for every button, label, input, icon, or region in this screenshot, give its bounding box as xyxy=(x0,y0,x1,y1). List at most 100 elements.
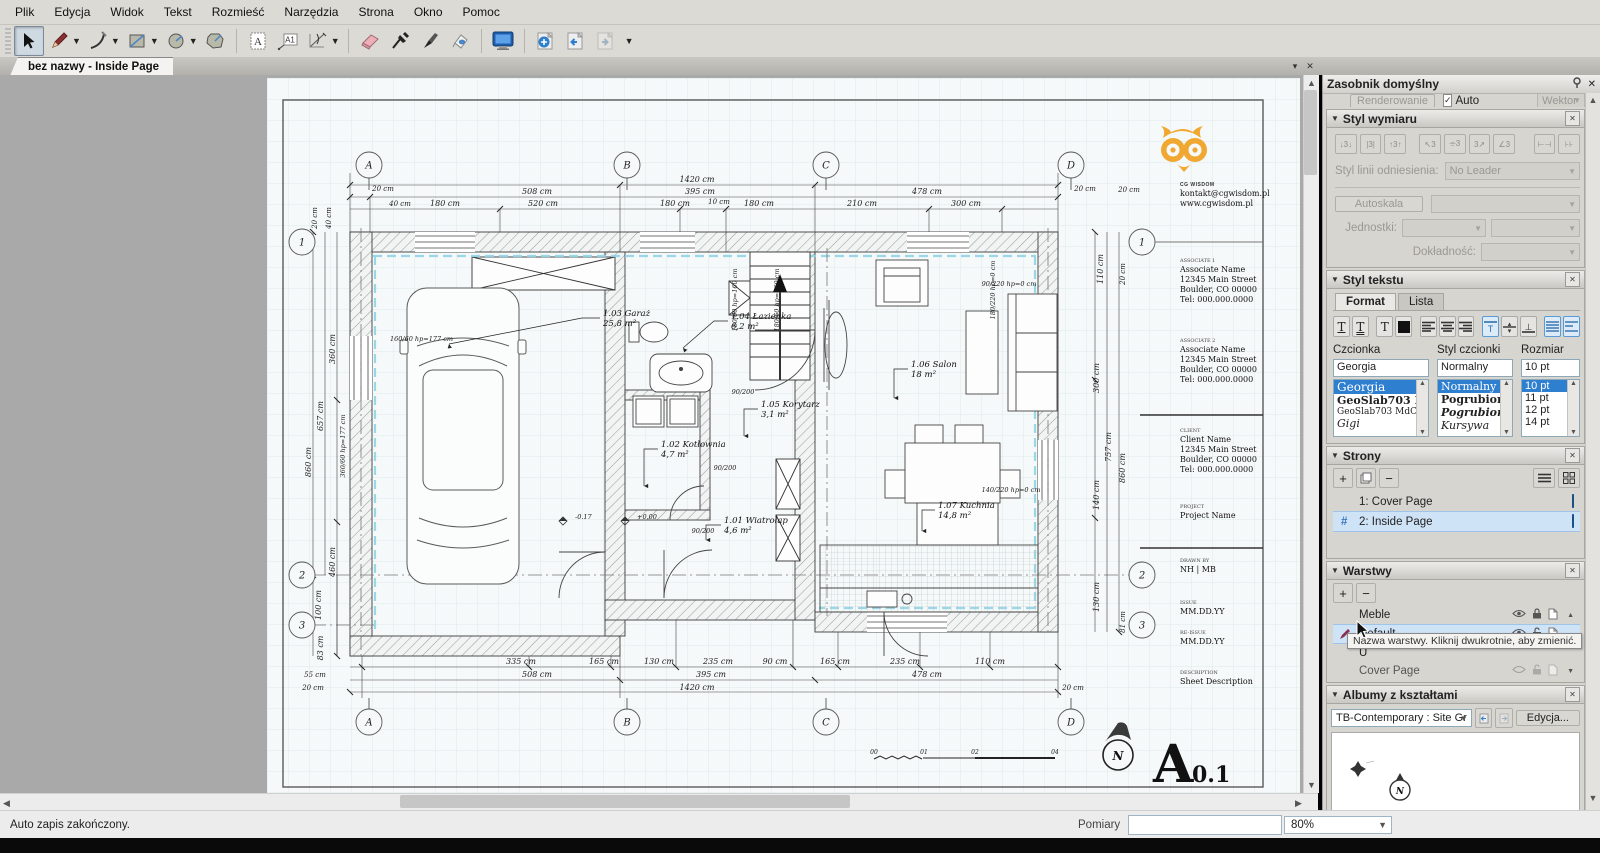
auto-checkbox[interactable]: ✓ xyxy=(1443,94,1453,107)
underline-button[interactable]: T xyxy=(1333,316,1350,337)
units-dropdown-1[interactable]: ▼ xyxy=(1402,219,1486,237)
dim-pos-below-button[interactable]: ↓3↓ xyxy=(1335,134,1357,154)
dim-witness-2-button[interactable]: ⊦⊦ xyxy=(1558,134,1580,154)
menu-widok[interactable]: Widok xyxy=(101,2,152,22)
layers-scroll-up[interactable]: ▲ xyxy=(1567,612,1574,619)
eraser-tool-button[interactable] xyxy=(355,26,385,56)
dim-pos-above-button[interactable]: ↑3↑ xyxy=(1384,134,1406,154)
text-style-header[interactable]: ▼Styl tekstu ✕ xyxy=(1327,271,1584,289)
layers-scroll-down[interactable]: ▼ xyxy=(1567,668,1574,675)
text-color-swatch-button[interactable] xyxy=(1395,316,1412,337)
layer-page-icon[interactable] xyxy=(1548,664,1558,679)
menu-edycja[interactable]: Edycja xyxy=(45,2,99,22)
valign-middle-button[interactable]: ▴▾ xyxy=(1501,316,1518,337)
duplicate-page-button[interactable] xyxy=(1356,468,1376,488)
layers-header[interactable]: ▼Warstwy ✕ xyxy=(1327,562,1584,580)
strikethrough-button[interactable]: T xyxy=(1352,316,1369,337)
dim-pos-center-button[interactable]: |3| xyxy=(1360,134,1382,154)
units-dropdown-2[interactable]: ▼ xyxy=(1491,219,1580,237)
line-spacing-button[interactable] xyxy=(1563,316,1580,337)
layer-row-meble[interactable]: Meble ▲ xyxy=(1333,606,1580,624)
horizontal-scrollbar-thumb[interactable] xyxy=(400,795,850,808)
next-page-button[interactable] xyxy=(591,26,621,56)
album-back-button[interactable] xyxy=(1475,708,1492,728)
valign-top-button[interactable]: T xyxy=(1482,316,1499,337)
pin-icon[interactable] xyxy=(1572,77,1583,92)
rectangle-tool-button[interactable] xyxy=(122,26,152,56)
page-row-inside[interactable]: # 2: Inside Page xyxy=(1333,511,1580,532)
font-input[interactable]: Georgia xyxy=(1333,359,1429,377)
eyedropper-tool-button[interactable] xyxy=(385,26,415,56)
document-tab[interactable]: bez nazwy - Inside Page xyxy=(10,57,173,76)
dimension-tool-button[interactable] xyxy=(303,26,333,56)
canvas-area[interactable]: 1420 cm 20 cm 508 cm 395 cm 478 cm 20 cm… xyxy=(0,75,1318,793)
toolbar-grip[interactable] xyxy=(5,28,11,54)
paragraph-spacing-button[interactable] xyxy=(1544,316,1561,337)
text-color-t-button[interactable]: T xyxy=(1376,316,1393,337)
presentation-tool-button[interactable] xyxy=(488,26,518,56)
align-center-button[interactable] xyxy=(1439,316,1456,337)
size-input[interactable]: 10 pt xyxy=(1521,359,1580,377)
shape-album-preview[interactable]: N xyxy=(1331,732,1580,810)
menu-plik[interactable]: Plik xyxy=(6,2,43,22)
tab-lista[interactable]: Lista xyxy=(1398,293,1444,310)
unlock-icon[interactable] xyxy=(1532,664,1542,678)
shape-albums-header[interactable]: ▼Albumy z kształtami ✕ xyxy=(1327,686,1584,704)
drawing-page[interactable]: 1420 cm 20 cm 508 cm 395 cm 478 cm 20 cm… xyxy=(267,78,1300,793)
dimension-style-header[interactable]: ▼Styl wymiaru ✕ xyxy=(1327,110,1584,128)
valign-bottom-button[interactable]: ⊥ xyxy=(1520,316,1537,337)
page-list-view-button[interactable] xyxy=(1533,468,1555,488)
menu-okno[interactable]: Okno xyxy=(405,2,452,22)
page-row-cover[interactable]: 1: Cover Page xyxy=(1333,492,1580,511)
circle-tool-button[interactable] xyxy=(161,26,191,56)
menu-rozmiesc[interactable]: Rozmieść xyxy=(203,2,274,22)
font-style-list[interactable]: Normalny Pogrubiony Pogrubiona kursywa K… xyxy=(1437,379,1513,437)
text-tool-button[interactable]: A xyxy=(243,26,273,56)
size-list[interactable]: 10 pt 11 pt 12 pt 14 pt ▲▼ xyxy=(1521,379,1580,437)
font-list-scrollbar[interactable]: ▲▼ xyxy=(1416,380,1428,436)
dim-angle-3-button[interactable]: 3↗ xyxy=(1469,134,1491,154)
menu-strona[interactable]: Strona xyxy=(349,2,402,22)
new-page-button[interactable] xyxy=(531,26,561,56)
lock-icon[interactable] xyxy=(1532,608,1542,622)
toolbar-overflow-dropdown[interactable]: ▼ xyxy=(625,36,634,46)
dimension-style-close-icon[interactable]: ✕ xyxy=(1565,111,1580,126)
album-edit-button[interactable]: Edycja... xyxy=(1516,710,1580,726)
polygon-tool-button[interactable] xyxy=(200,26,230,56)
pages-header[interactable]: ▼Strony ✕ xyxy=(1327,447,1584,465)
paint-tool-button[interactable] xyxy=(445,26,475,56)
measurements-input[interactable] xyxy=(1128,815,1282,835)
page-thumbnail-view-button[interactable] xyxy=(1558,468,1580,488)
tab-close-button[interactable]: ✕ xyxy=(1303,59,1317,73)
menu-tekst[interactable]: Tekst xyxy=(155,2,201,22)
panel-close-icon[interactable]: ✕ xyxy=(1588,79,1596,90)
vertical-scrollbar-thumb[interactable] xyxy=(1304,90,1317,175)
layers-close-icon[interactable]: ✕ xyxy=(1565,563,1580,578)
align-right-button[interactable] xyxy=(1458,316,1475,337)
remove-page-button[interactable]: − xyxy=(1379,468,1399,488)
pages-close-icon[interactable]: ✕ xyxy=(1565,448,1580,463)
album-dropdown[interactable]: TB-Contemporary : Site Gr▼ xyxy=(1331,709,1472,727)
font-style-input[interactable]: Normalny xyxy=(1437,359,1513,377)
visibility-eye-icon[interactable] xyxy=(1512,609,1526,621)
dim-angle-4-button[interactable]: ∠3 xyxy=(1493,134,1515,154)
add-page-button[interactable]: + xyxy=(1333,468,1353,488)
layer-page-icon[interactable] xyxy=(1548,608,1558,623)
menu-narzedzia[interactable]: Narzędzia xyxy=(275,2,347,22)
dim-witness-1-button[interactable]: ⊢⊣ xyxy=(1534,134,1556,154)
tab-format[interactable]: Format xyxy=(1335,293,1396,310)
menu-pomoc[interactable]: Pomoc xyxy=(454,2,509,22)
vector-dropdown[interactable]: Wektor▼ xyxy=(1537,94,1585,107)
label-tool-button[interactable]: A1 xyxy=(273,26,303,56)
size-list-scrollbar[interactable]: ▲▼ xyxy=(1567,380,1579,436)
panel-scrollbar[interactable]: ▲ ▼ xyxy=(1585,93,1600,810)
previous-page-button[interactable] xyxy=(561,26,591,56)
dim-angle-1-button[interactable]: ↖3 xyxy=(1419,134,1441,154)
font-style-list-scrollbar[interactable]: ▲▼ xyxy=(1500,380,1512,436)
layer-row-cover-page[interactable]: Cover Page ▼ xyxy=(1333,662,1580,680)
add-layer-button[interactable]: + xyxy=(1333,583,1353,603)
autoscale-button[interactable]: Autoskala xyxy=(1335,196,1423,212)
select-tool-button[interactable] xyxy=(14,26,44,56)
rendering-button[interactable]: Renderowanie xyxy=(1350,94,1435,107)
pen-tool-button[interactable] xyxy=(415,26,445,56)
